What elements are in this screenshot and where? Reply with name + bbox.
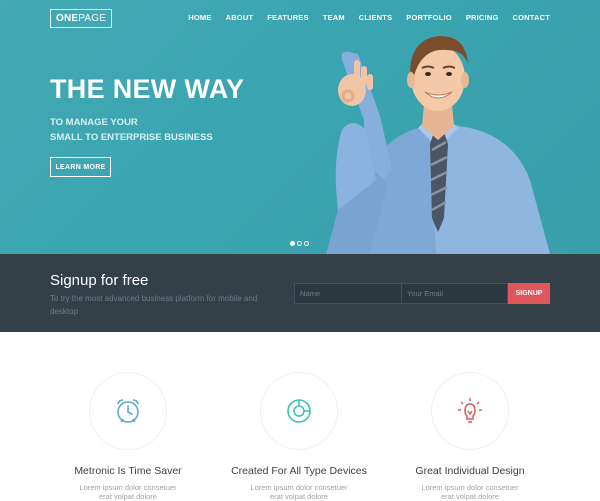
feature-title: Metronic Is Time Saver bbox=[74, 465, 182, 477]
hero-man-image bbox=[326, 36, 550, 254]
feature-text-line-1: Lorem ipsum dolor consetuer bbox=[421, 483, 519, 492]
hero-section: ONEPAGE HOME ABOUT FEATURES TEAM CLIENTS… bbox=[0, 0, 600, 254]
name-input[interactable]: Name bbox=[294, 283, 402, 304]
hero-subtitle-line-1: TO MANAGE YOUR bbox=[50, 117, 138, 128]
lightbulb-icon bbox=[458, 398, 482, 423]
signup-button[interactable]: SIGNUP bbox=[508, 283, 550, 304]
alarm-clock-icon bbox=[117, 399, 139, 423]
nav-features[interactable]: FEATURES bbox=[267, 13, 308, 22]
slider-dot-3[interactable] bbox=[304, 241, 309, 246]
hero-subtitle-line-2: SMALL TO ENTERPRISE BUSINESS bbox=[50, 132, 213, 143]
pie-chart-icon bbox=[287, 399, 311, 423]
feature-icon-circle bbox=[260, 372, 338, 450]
slider-dot-2[interactable] bbox=[297, 241, 302, 246]
feature-text-line-1: Lorem ipsum dolor consetuer bbox=[79, 483, 177, 492]
feature-text-line-1: Lorem ipsum dolor consetuer bbox=[250, 483, 348, 492]
slider-dot-1[interactable] bbox=[290, 241, 295, 246]
email-input[interactable]: Your Email bbox=[401, 283, 508, 304]
feature-title: Created For All Type Devices bbox=[231, 465, 367, 477]
signup-description: To try the most advanced business platfo… bbox=[50, 294, 258, 316]
feature-text: Lorem ipsum dolor consetuer erat volpat … bbox=[390, 483, 550, 501]
nav-about[interactable]: ABOUT bbox=[226, 13, 254, 22]
hero-subtitle: TO MANAGE YOUR SMALL TO ENTERPRISE BUSIN… bbox=[50, 115, 213, 145]
learn-more-button[interactable]: LEARN MORE bbox=[50, 157, 111, 177]
brand-logo[interactable]: ONEPAGE bbox=[50, 9, 113, 28]
feature-icon-circle bbox=[431, 372, 509, 450]
hero-title: THE NEW WAY bbox=[50, 74, 245, 104]
feature-text: Lorem ipsum dolor consetuer erat volpat … bbox=[48, 483, 208, 501]
nav-home[interactable]: HOME bbox=[188, 13, 211, 22]
slider-dots bbox=[290, 241, 309, 246]
feature-icon-circle bbox=[89, 372, 167, 450]
feature-text: Lorem ipsum dolor consetuer erat volpat … bbox=[219, 483, 379, 501]
signup-title: Signup for free bbox=[50, 272, 149, 289]
feature-title: Great Individual Design bbox=[415, 465, 525, 477]
